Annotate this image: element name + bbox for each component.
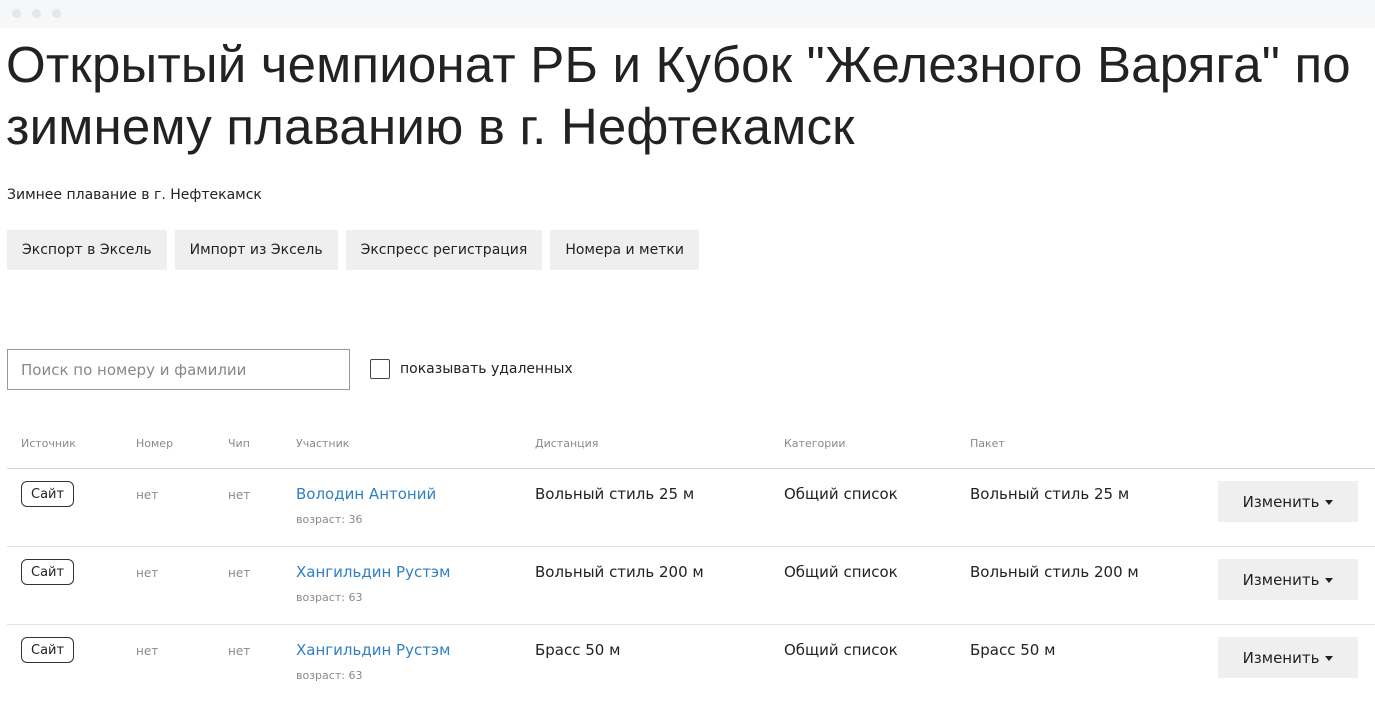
show-deleted-label: показывать удаленных bbox=[400, 361, 573, 377]
show-deleted-checkbox[interactable] bbox=[370, 359, 390, 379]
participant-name-link[interactable]: Володин Антоний bbox=[296, 485, 436, 503]
number-cell: нет bbox=[136, 566, 159, 580]
edit-dropdown-button[interactable]: Изменить bbox=[1218, 637, 1358, 678]
table-row: Сайт нет нет Володин Антоний возраст: 36… bbox=[7, 469, 1375, 547]
page-title: Открытый чемпионат РБ и Кубок "Железного… bbox=[6, 36, 1351, 155]
window-maximize-dot[interactable] bbox=[52, 9, 61, 18]
distance-cell: Вольный стиль 200 м bbox=[535, 563, 704, 581]
participant-name-link[interactable]: Хангильдин Рустэм bbox=[296, 641, 450, 659]
distance-cell: Брасс 50 м bbox=[535, 641, 621, 659]
caret-down-icon bbox=[1325, 578, 1334, 583]
column-header-categories[interactable]: Категории bbox=[784, 437, 846, 450]
edit-dropdown-button[interactable]: Изменить bbox=[1218, 559, 1358, 600]
window-close-dot[interactable] bbox=[12, 9, 21, 18]
export-excel-button[interactable]: Экспорт в Эксель bbox=[7, 230, 167, 270]
table-row: Сайт нет нет Хангильдин Рустэм возраст: … bbox=[7, 625, 1375, 703]
edit-button-label: Изменить bbox=[1242, 492, 1320, 511]
page-subtitle: Зимнее плавание в г. Нефтекамск bbox=[7, 187, 262, 203]
express-registration-button[interactable]: Экспресс регистрация bbox=[345, 230, 543, 270]
number-cell: нет bbox=[136, 488, 159, 502]
category-cell: Общий список bbox=[784, 563, 898, 581]
edit-dropdown-button[interactable]: Изменить bbox=[1218, 481, 1358, 522]
chip-cell: нет bbox=[228, 644, 251, 658]
participant-age: возраст: 63 bbox=[296, 669, 363, 682]
edit-button-label: Изменить bbox=[1242, 570, 1320, 589]
source-badge: Сайт bbox=[21, 637, 75, 663]
participant-age: возраст: 63 bbox=[296, 591, 363, 604]
caret-down-icon bbox=[1325, 500, 1334, 505]
column-header-number[interactable]: Номер bbox=[136, 437, 173, 450]
edit-button-label: Изменить bbox=[1242, 648, 1320, 667]
number-cell: нет bbox=[136, 644, 159, 658]
package-cell: Вольный стиль 200 м bbox=[970, 563, 1139, 581]
column-header-distance[interactable]: Дистанция bbox=[535, 437, 598, 450]
caret-down-icon bbox=[1325, 656, 1334, 661]
search-input[interactable] bbox=[7, 349, 350, 390]
table-row: Сайт нет нет Хангильдин Рустэм возраст: … bbox=[7, 547, 1375, 625]
chip-cell: нет bbox=[228, 566, 251, 580]
toolbar: Экспорт в Эксель Импорт из Эксель Экспре… bbox=[7, 230, 699, 270]
column-header-package[interactable]: Пакет bbox=[970, 437, 1005, 450]
column-header-participant[interactable]: Участник bbox=[296, 437, 349, 450]
source-badge: Сайт bbox=[21, 559, 75, 585]
category-cell: Общий список bbox=[784, 485, 898, 503]
show-deleted-toggle[interactable]: показывать удаленных bbox=[370, 359, 573, 379]
column-header-source[interactable]: Источник bbox=[21, 437, 76, 450]
participant-age: возраст: 36 bbox=[296, 513, 363, 526]
window-minimize-dot[interactable] bbox=[32, 9, 41, 18]
window-titlebar bbox=[0, 0, 1375, 28]
package-cell: Вольный стиль 25 м bbox=[970, 485, 1130, 503]
column-header-chip[interactable]: Чип bbox=[228, 437, 250, 450]
import-excel-button[interactable]: Импорт из Эксель bbox=[174, 230, 338, 270]
participant-name-link[interactable]: Хангильдин Рустэм bbox=[296, 563, 450, 581]
source-badge: Сайт bbox=[21, 481, 75, 507]
chip-cell: нет bbox=[228, 488, 251, 502]
package-cell: Брасс 50 м bbox=[970, 641, 1056, 659]
category-cell: Общий список bbox=[784, 641, 898, 659]
numbers-and-tags-button[interactable]: Номера и метки bbox=[550, 230, 699, 270]
distance-cell: Вольный стиль 25 м bbox=[535, 485, 695, 503]
